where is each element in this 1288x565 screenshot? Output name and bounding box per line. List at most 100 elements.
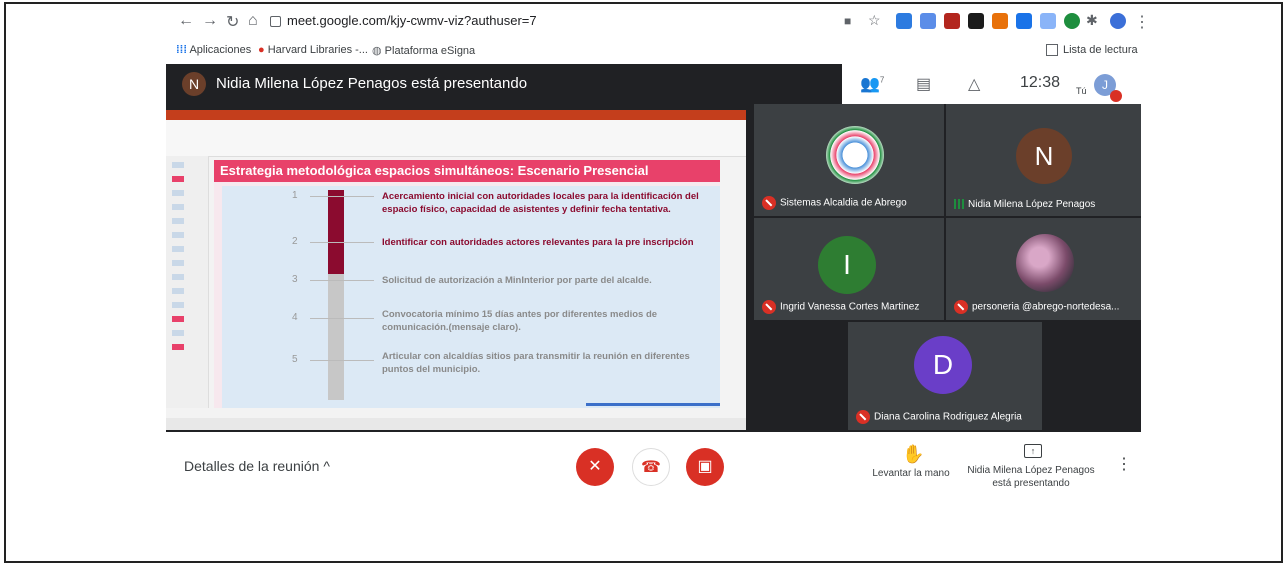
people-count: 7 xyxy=(879,75,885,85)
camera-icon[interactable]: ■ xyxy=(844,14,851,28)
step-text: Articular con alcaldías sitios para tran… xyxy=(382,351,690,375)
step-number: 2 xyxy=(292,236,298,247)
menu-icon[interactable]: ⋮ xyxy=(1134,12,1150,32)
extension-icon[interactable] xyxy=(1064,13,1080,29)
powerpoint-ribbon xyxy=(166,120,746,157)
meet-controls: Detalles de la reunión ^ ✕ ☎ ▣ ✋ Levanta… xyxy=(166,432,1141,504)
step-text: Convocatoria mínimo 15 días antes por di… xyxy=(382,309,658,333)
mic-off-icon: ✕ xyxy=(588,458,602,475)
participant-name-text: Diana Carolina Rodriguez Alegria xyxy=(874,411,1022,423)
participant-tile[interactable]: N Nidia Milena López Penagos xyxy=(946,104,1141,216)
slide-thumb xyxy=(172,246,184,252)
slide-thumb xyxy=(172,330,184,336)
slide-thumb xyxy=(172,176,184,182)
slide-title: Estrategia metodológica espacios simultá… xyxy=(214,160,720,182)
slide-thumb xyxy=(172,204,184,210)
more-options-icon[interactable]: ⋮ xyxy=(1116,454,1132,474)
step-line xyxy=(310,318,374,319)
address-bar[interactable]: meet.google.com/kjy-cwmv-viz?authuser=7 xyxy=(270,10,830,32)
forward-icon[interactable]: → xyxy=(202,12,218,30)
slide-thumb xyxy=(172,162,184,168)
hand-icon[interactable]: ✋ xyxy=(902,444,924,465)
step-number: 1 xyxy=(292,190,298,201)
mic-off-icon xyxy=(954,300,968,314)
bookmark-harvard[interactable]: ● Harvard Libraries -... xyxy=(258,44,368,56)
home-icon[interactable]: ⌂ xyxy=(248,12,258,30)
camera-toggle-button[interactable]: ▣ xyxy=(686,448,724,486)
apps-grid-icon: ⁞⁞⁞ xyxy=(176,44,187,56)
bookmark-label: Aplicaciones xyxy=(189,44,252,56)
participant-tile[interactable]: personeria @abrego-nortedesa... xyxy=(946,218,1141,320)
shared-screen: Estrategia metodológica espacios simultá… xyxy=(166,110,746,430)
people-icon[interactable]: 👥7 xyxy=(860,74,884,94)
step-text: Acercamiento inicial con autoridades loc… xyxy=(382,191,699,215)
self-label: Tú xyxy=(1076,86,1087,96)
mic-off-icon xyxy=(762,196,776,210)
presenter-avatar: N xyxy=(182,72,206,96)
presenting-title: Nidia Milena López Penagos está presenta… xyxy=(216,75,528,92)
participant-name: Diana Carolina Rodriguez Alegria xyxy=(856,410,1022,424)
powerpoint-titlebar xyxy=(166,110,746,120)
presenting-status[interactable]: Nidia Milena López Penagos está presenta… xyxy=(956,464,1106,490)
bookmark-apps[interactable]: ⁞⁞⁞ Aplicaciones xyxy=(176,44,251,56)
step-line xyxy=(310,360,374,361)
bookmark-esigna[interactable]: ◍ Plataforma eSigna xyxy=(372,44,475,57)
slide-thumb xyxy=(172,232,184,238)
slide-thumb xyxy=(172,218,184,224)
step-text: Identificar con autoridades actores rele… xyxy=(382,237,694,248)
participant-name-text: personeria @abrego-nortedesa... xyxy=(972,301,1120,313)
mic-toggle-button[interactable]: ✕ xyxy=(576,448,614,486)
extension-icon[interactable] xyxy=(992,13,1008,29)
mic-off-icon xyxy=(762,300,776,314)
chat-icon[interactable]: ▤ xyxy=(916,74,931,94)
profile-avatar[interactable] xyxy=(1110,13,1126,29)
extension-icon[interactable] xyxy=(1040,13,1056,29)
participant-tile[interactable]: Sistemas Alcaldia de Abrego xyxy=(754,104,944,216)
star-icon[interactable]: ☆ xyxy=(868,12,881,29)
reload-icon[interactable]: ↻ xyxy=(226,12,239,32)
back-icon[interactable]: ← xyxy=(178,12,194,30)
screenshot-frame: ← → ↻ ⌂ meet.google.com/kjy-cwmv-viz?aut… xyxy=(4,2,1283,563)
step-line xyxy=(310,242,374,243)
slide-thumb xyxy=(172,344,184,350)
step-number: 4 xyxy=(292,312,298,323)
step-text: Solicitud de autorización a MinInterior … xyxy=(382,275,652,286)
slide-thumbnails xyxy=(166,156,209,408)
slide-thumb xyxy=(172,316,184,322)
raise-hand-label[interactable]: Levantar la mano xyxy=(866,468,956,479)
meeting-details-label: Detalles de la reunión xyxy=(184,458,320,474)
step-line xyxy=(310,280,374,281)
end-call-button[interactable]: ☎ xyxy=(632,448,670,486)
mic-off-icon xyxy=(1110,90,1122,102)
extension-icon[interactable] xyxy=(968,13,984,29)
slide-thumb xyxy=(172,260,184,266)
harvard-icon: ● xyxy=(258,44,265,56)
participant-tile[interactable]: D Diana Carolina Rodriguez Alegria xyxy=(848,322,1042,430)
participant-photo xyxy=(1016,234,1074,292)
powerpoint-statusbar xyxy=(166,418,746,430)
speaking-icon xyxy=(954,199,964,210)
lock-icon xyxy=(270,16,281,28)
step-number: 5 xyxy=(292,354,298,365)
slide-accent-line xyxy=(586,403,720,406)
extension-icon[interactable] xyxy=(944,13,960,29)
extension-icon[interactable] xyxy=(896,13,912,29)
participant-avatar: D xyxy=(914,336,972,394)
participant-avatar: I xyxy=(818,236,876,294)
puzzle-icon[interactable]: ✱ xyxy=(1086,12,1098,29)
reading-list-icon xyxy=(1046,44,1058,57)
present-icon[interactable]: ↑ xyxy=(1024,444,1042,458)
slide-thumb xyxy=(172,274,184,280)
activities-icon[interactable]: △ xyxy=(968,74,980,94)
extension-icon[interactable] xyxy=(1016,13,1032,29)
participant-tile[interactable]: I Ingrid Vanessa Cortes Martinez xyxy=(754,218,944,320)
globe-icon: ◍ xyxy=(372,45,382,57)
presenting-status-line2: está presentando xyxy=(992,478,1070,489)
slide: Estrategia metodológica espacios simultá… xyxy=(214,160,720,408)
meeting-details-button[interactable]: Detalles de la reunión ^ xyxy=(184,458,330,474)
url-text: meet.google.com/kjy-cwmv-viz?authuser=7 xyxy=(287,13,537,28)
extension-icon[interactable] xyxy=(920,13,936,29)
slide-thumb xyxy=(172,288,184,294)
meet-toolbar: 👥7 ▤ △ 12:38 Tú J xyxy=(842,64,1141,104)
reading-list[interactable]: Lista de lectura xyxy=(1046,44,1138,57)
